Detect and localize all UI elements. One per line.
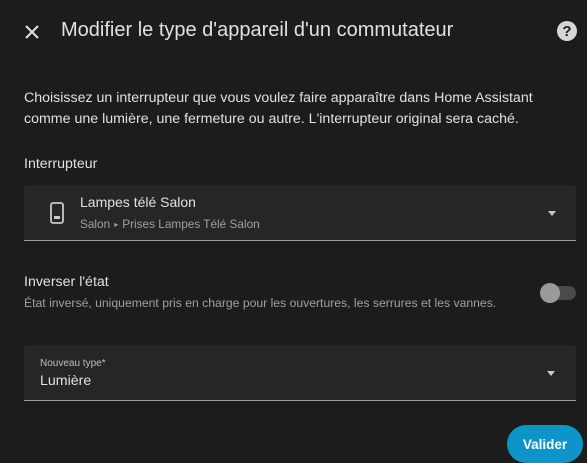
invert-state-description: État inversé, uniquement pris en charge … (24, 296, 497, 310)
entity-area: Salon (80, 217, 111, 231)
power-socket-icon (46, 201, 68, 225)
svg-text:?: ? (562, 23, 571, 40)
device-type-value: Lumière (40, 373, 92, 389)
help-circle-icon[interactable]: ? (555, 19, 579, 43)
dialog-description: Choisissez un interrupteur que vous voul… (24, 90, 533, 127)
switch-section-label: Interrupteur (24, 156, 98, 172)
dialog-header: Modifier le type d'appareil d'un commuta… (0, 0, 587, 64)
validate-button[interactable]: Valider (507, 425, 583, 463)
close-icon[interactable] (18, 18, 46, 46)
dialog: Modifier le type d'appareil d'un commuta… (0, 0, 587, 463)
device-type-label: Nouveau type* (40, 358, 106, 369)
invert-state-toggle[interactable] (540, 283, 576, 303)
chevron-down-icon (548, 211, 556, 216)
switch-entity-picker[interactable]: Lampes télé Salon Salon ▸ Prises Lampes Té… (24, 185, 576, 241)
context-separator: ▸ (114, 220, 119, 229)
invert-state-title: Inverser l'état (24, 274, 109, 290)
dialog-title: Modifier le type d'appareil d'un commuta… (61, 19, 454, 41)
entity-context: Salon ▸ Prises Lampes Télé Salon (80, 217, 260, 231)
entity-name: Lampes télé Salon (80, 194, 196, 210)
chevron-down-icon (547, 371, 555, 376)
device-type-select[interactable]: Nouveau type* Lumière (24, 345, 576, 401)
toggle-knob (540, 283, 560, 303)
entity-device: Prises Lampes Télé Salon (122, 217, 260, 231)
